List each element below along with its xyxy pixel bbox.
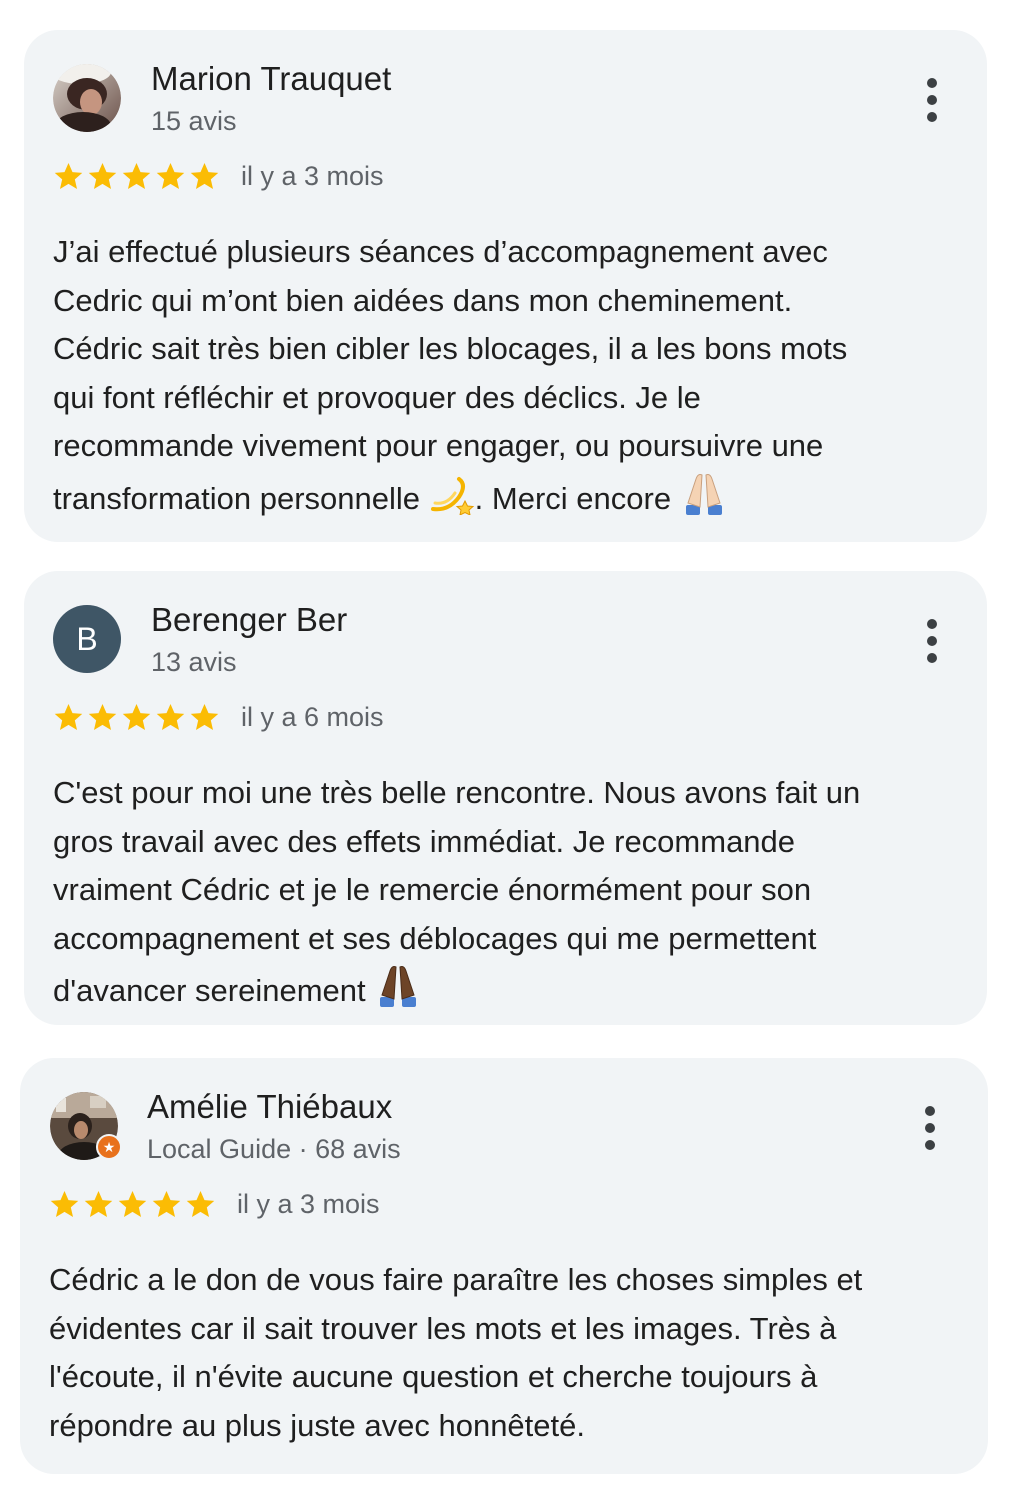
review-text-line: Cédric sait très bien cibler les blocage… xyxy=(53,331,848,367)
star-rating xyxy=(52,160,221,193)
more-vert-icon[interactable] xyxy=(922,78,942,122)
star-icon xyxy=(152,1191,181,1218)
review-text-line: C'est pour moi une très belle rencontre.… xyxy=(53,775,861,810)
folded-hands-emoji-icon xyxy=(380,966,417,1008)
avatar[interactable]: ★ xyxy=(50,1092,122,1160)
star-rating xyxy=(52,701,221,734)
star-icon xyxy=(88,704,117,731)
more-vert-icon[interactable] xyxy=(922,619,942,663)
review-text-fragment: . Merci encore xyxy=(474,480,672,516)
review-text: Cédric a le don de vous faire paraître l… xyxy=(49,1256,959,1450)
star-icon xyxy=(88,163,117,190)
review-text: J’ai effectué plusieurs séances d’accomp… xyxy=(53,228,963,524)
star-icon xyxy=(190,163,219,190)
reviewer-name[interactable]: Marion Trauquet xyxy=(151,60,391,98)
review-text-line: Cedric qui m’ont bien aidées dans mon ch… xyxy=(53,282,793,318)
star-icon xyxy=(84,1191,113,1218)
more-vert-icon[interactable] xyxy=(920,1106,940,1150)
review-date: il y a 3 mois xyxy=(241,161,384,191)
review-text-fragment: transformation personnelle xyxy=(53,480,421,516)
reviewer-name[interactable]: Berenger Ber xyxy=(151,601,347,639)
avatar-letter: B xyxy=(53,605,121,673)
review-text-line: évidentes car il sait trouver les mots e… xyxy=(49,1310,837,1346)
star-rating xyxy=(48,1188,217,1221)
review-text-line: d'avancer sereinement xyxy=(53,963,963,1016)
avatar-photo xyxy=(53,64,121,132)
rating-row: il y a 3 mois xyxy=(52,160,384,193)
review-text-line: gros travail avec des effets immédiat. J… xyxy=(53,823,796,859)
review-text-line: accompagnement et ses déblocages qui me … xyxy=(53,920,817,956)
review-text-line: transformation personnelle . Merci encor… xyxy=(53,471,963,524)
review-text-line: recommande vivement pour engager, ou pou… xyxy=(53,428,824,464)
review-text-line: Cédric a le don de vous faire paraître l… xyxy=(49,1262,863,1297)
review-count: 15 avis xyxy=(151,106,237,136)
review-text-line: répondre au plus juste avec honnêteté. xyxy=(49,1407,585,1443)
star-icon xyxy=(122,704,151,731)
star-icon xyxy=(190,704,219,731)
star-icon xyxy=(122,163,151,190)
reviewer-meta: Local Guide · 68 avis xyxy=(147,1134,401,1164)
review-date: il y a 6 mois xyxy=(241,702,384,732)
review-date: il y a 3 mois xyxy=(237,1189,380,1219)
star-icon xyxy=(156,163,185,190)
star-icon xyxy=(54,163,83,190)
reviewer-name[interactable]: Amélie Thiébaux xyxy=(147,1088,392,1126)
review-card: ★ Amélie Thiébaux Local Guide · 68 avis … xyxy=(20,1058,988,1474)
review-text-line: vraiment Cédric et je le remercie énormé… xyxy=(53,872,812,908)
review-card: Marion Trauquet 15 avis il y a 3 mois J’… xyxy=(24,30,987,542)
rating-row: il y a 6 mois xyxy=(52,701,384,734)
star-icon xyxy=(118,1191,147,1218)
review-text: C'est pour moi une très belle rencontre.… xyxy=(53,769,963,1016)
star-icon xyxy=(50,1191,79,1218)
local-guide-badge-icon: ★ xyxy=(96,1134,122,1160)
avatar[interactable]: B xyxy=(53,605,121,673)
star-icon xyxy=(186,1191,215,1218)
review-text-fragment: d'avancer sereinement xyxy=(53,973,366,1009)
review-count: 13 avis xyxy=(151,647,237,677)
review-card: B Berenger Ber 13 avis il y a 6 mois C'e… xyxy=(24,571,987,1025)
folded-hands-emoji-icon xyxy=(685,473,722,515)
review-text-line: qui font réfléchir et provoquer des décl… xyxy=(53,379,701,415)
review-text-line: J’ai effectué plusieurs séances d’accomp… xyxy=(53,234,828,269)
star-icon xyxy=(156,704,185,731)
dizzy-emoji-icon xyxy=(430,476,474,515)
review-text-line: l'écoute, il n'évite aucune question et … xyxy=(49,1359,818,1395)
star-icon xyxy=(54,704,83,731)
avatar[interactable] xyxy=(53,64,121,132)
rating-row: il y a 3 mois xyxy=(48,1188,380,1221)
